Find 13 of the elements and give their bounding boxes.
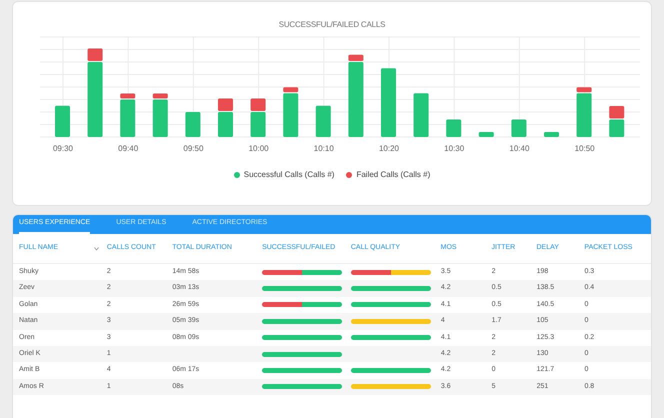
axis-label: 09:30 — [52, 144, 74, 153]
chart-title: SUCCESSFUL/FAILED CALLS — [278, 19, 386, 31]
axis-label: 09:40 — [118, 144, 138, 153]
axis-label: 10:00 — [248, 144, 269, 153]
axis-label: 10:20 — [378, 144, 400, 153]
axis-label: 09:50 — [183, 144, 204, 153]
sort-icon[interactable] — [94, 246, 99, 250]
axis-label: 10:10 — [314, 144, 334, 153]
axis-label: 10:50 — [574, 144, 595, 153]
axis-label: 10:40 — [509, 144, 530, 153]
legend-label: Failed Calls (Calls #) — [356, 169, 430, 181]
axis-label: 10:30 — [444, 144, 464, 153]
legend-label: Successful Calls (Calls #) — [244, 169, 334, 181]
